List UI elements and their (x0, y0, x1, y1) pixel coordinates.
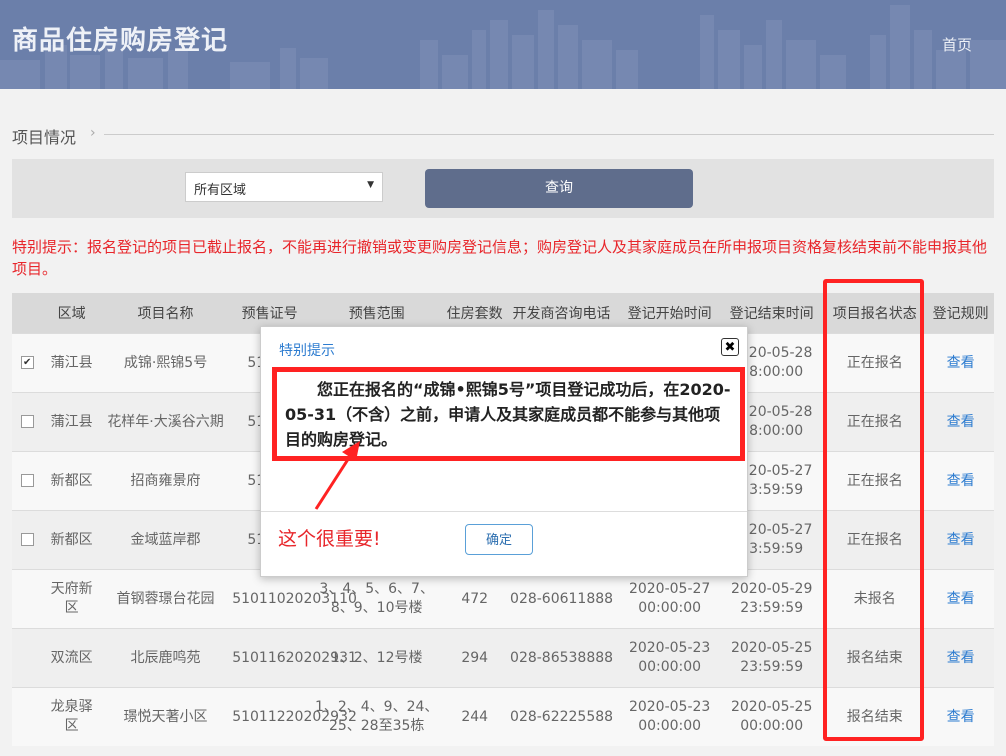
cell-select (12, 451, 43, 511)
cell-region: 新都区 (42, 451, 101, 511)
site-title: 商品住房购房登记 (12, 26, 229, 56)
cell-end-time: 2020-05-29 23:59:59 (721, 569, 823, 629)
cell-select: ✔ (12, 333, 43, 393)
cell-rule: 查看 (927, 510, 994, 570)
region-select[interactable]: 所有区域 ▼ (185, 172, 383, 202)
dialog-message: 您正在报名的“成锦•熙锦5号”项目登记成功后，在2020-05-31（不含）之前… (285, 380, 731, 449)
special-notice: 特别提示：报名登记的项目已截止报名，不能再进行撤销或变更购房登记信息；购房登记人… (12, 238, 988, 278)
cell-presale-range: 1、2、4、9、24、25、28至35栋 (309, 687, 445, 746)
query-button[interactable]: 查询 (425, 169, 693, 208)
cell-select (12, 392, 43, 452)
chevron-right-icon: › (90, 125, 96, 141)
close-icon[interactable]: ✖ (721, 338, 739, 356)
rule-link[interactable]: 查看 (947, 532, 975, 548)
cell-rule: 查看 (927, 687, 994, 746)
cell-phone: 028-62225588 (504, 687, 619, 746)
cell-cert-no: 51011220202932 (230, 687, 357, 746)
rule-link[interactable]: 查看 (947, 709, 975, 725)
cell-unit-count: 472 (444, 569, 505, 629)
col-header: 项目名称 (100, 293, 231, 334)
region-select-value: 所有区域 (194, 183, 247, 198)
col-header: 区域 (42, 293, 101, 334)
cell-rule: 查看 (927, 451, 994, 511)
rule-link[interactable]: 查看 (947, 355, 975, 371)
cell-unit-count: 244 (444, 687, 505, 746)
cell-region: 双流区 (42, 628, 101, 688)
cell-start-time: 2020-05-23 00:00:00 (618, 687, 722, 746)
section-divider (104, 134, 994, 135)
dialog-title: 特别提示 (279, 343, 335, 359)
cell-region: 新都区 (42, 510, 101, 570)
row-checkbox[interactable]: ✔ (20, 356, 34, 369)
row-checkbox[interactable] (20, 415, 34, 428)
cell-region: 龙泉驿区 (42, 687, 101, 746)
cell-region: 天府新区 (42, 569, 101, 629)
cell-region: 蒲江县 (42, 392, 101, 452)
cell-project-name: 首钢蓉璟台花园 (100, 569, 231, 629)
cell-phone: 028-86538888 (504, 628, 619, 688)
cell-unit-count: 294 (444, 628, 505, 688)
notice-dialog: 特别提示 ✖ 您正在报名的“成锦•熙锦5号”项目登记成功后，在2020-05-3… (260, 326, 748, 577)
cell-rule: 查看 (927, 569, 994, 629)
dialog-divider (261, 511, 747, 512)
cell-project-name: 成锦·熙锦5号 (100, 333, 231, 393)
col-header: 登记规则 (927, 293, 994, 334)
cell-rule: 查看 (927, 333, 994, 393)
cell-rule: 查看 (927, 628, 994, 688)
col-header (12, 293, 43, 334)
cell-project-name: 北辰鹿鸣苑 (100, 628, 231, 688)
home-link[interactable]: 首页 (942, 34, 972, 55)
caret-down-icon: ▼ (367, 180, 374, 190)
cell-select (12, 628, 43, 688)
confirm-button[interactable]: 确定 (465, 524, 533, 555)
cell-end-time: 2020-05-25 00:00:00 (721, 687, 823, 746)
cell-select (12, 510, 43, 570)
cell-cert-no: 51011620202931 (230, 628, 357, 688)
rule-link[interactable]: 查看 (947, 473, 975, 489)
section-title: 项目情况 (12, 128, 77, 147)
cell-rule: 查看 (927, 392, 994, 452)
cell-project-name: 招商雍景府 (100, 451, 231, 511)
cell-start-time: 2020-05-27 00:00:00 (618, 569, 722, 629)
cell-cert-no: 51011020203110 (230, 569, 357, 629)
cell-project-name: 金域蓝岸郡 (100, 510, 231, 570)
cell-project-name: 璟悦天著小区 (100, 687, 231, 746)
cell-end-time: 2020-05-25 23:59:59 (721, 628, 823, 688)
cell-start-time: 2020-05-23 00:00:00 (618, 628, 722, 688)
row-checkbox[interactable] (20, 474, 34, 487)
rule-link[interactable]: 查看 (947, 414, 975, 430)
cell-project-name: 花样年·大溪谷六期 (100, 392, 231, 452)
row-checkbox[interactable] (20, 533, 34, 546)
filter-bar: 所有区域 ▼ 查询 (12, 159, 994, 218)
cell-phone: 028-60611888 (504, 569, 619, 629)
status-column-highlight (823, 279, 924, 741)
rule-link[interactable]: 查看 (947, 650, 975, 666)
message-highlight: 您正在报名的“成锦•熙锦5号”项目登记成功后，在2020-05-31（不含）之前… (272, 367, 745, 461)
cell-region: 蒲江县 (42, 333, 101, 393)
site-header: 商品住房购房登记 首页 (0, 0, 1006, 89)
annotation-note: 这个很重要! (278, 528, 381, 550)
rule-link[interactable]: 查看 (947, 591, 975, 607)
cell-select (12, 687, 43, 746)
cell-select (12, 569, 43, 629)
